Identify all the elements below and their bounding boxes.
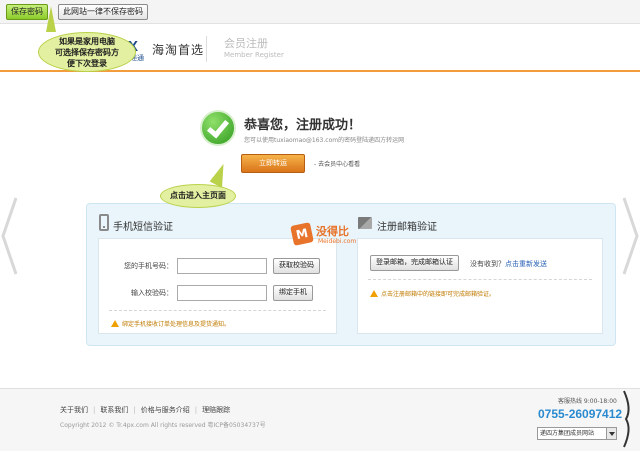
phone-number-input[interactable] — [177, 258, 267, 274]
go-transfer-button[interactable]: 立即转运 — [241, 154, 305, 173]
email-warning: 点击注册邮箱中的链接即可完成邮箱验证。 — [370, 289, 495, 298]
hotline-number: 0755-26097412 — [538, 407, 623, 421]
bind-phone-button[interactable]: 绑定手机 — [273, 285, 313, 301]
watermark-subtext: Meidebi.com — [318, 238, 357, 245]
verify-code-label: 输入校验码： — [131, 289, 173, 297]
email-warning-text: 点击注册邮箱中的链接即可完成邮箱验证。 — [381, 291, 496, 298]
check-mark-icon — [206, 115, 230, 139]
phone-verify-title: 手机短信验证 — [113, 222, 173, 233]
chevron-right-icon — [622, 197, 639, 275]
save-password-button[interactable]: 保存密码 — [6, 4, 48, 20]
footer-separator: | — [133, 406, 136, 414]
section-title-en: Member Register — [224, 51, 284, 59]
get-code-button[interactable]: 获取校验码 — [273, 258, 320, 274]
warning-triangle-icon — [370, 290, 378, 297]
member-sites-select-value: 递四方集团成员网站 — [540, 430, 595, 437]
chevron-left-icon — [1, 197, 18, 275]
divider — [368, 279, 592, 280]
phone-number-label: 您的手机号码： — [124, 262, 173, 270]
phone-warning: 绑定手机接收订单处理信息及提货通知。 — [111, 319, 230, 328]
watermark-badge: M — [290, 222, 314, 246]
member-sites-select[interactable]: 递四方集团成员网站 — [537, 427, 617, 440]
footer-separator: | — [93, 406, 96, 414]
callout-pointer-top — [46, 6, 56, 32]
brand-slogan: 海淘首选 — [152, 43, 205, 57]
callout-enter-homepage-tip: 点击进入主页面 — [160, 184, 236, 208]
email-verify-title: 注册邮箱验证 — [377, 222, 437, 233]
member-center-link-text[interactable]: 去会员中心看看 — [318, 161, 360, 168]
callout-line-1: 如果是家用电脑 — [59, 37, 115, 46]
footer-link-claims[interactable]: 理赔跟踪 — [202, 406, 230, 414]
site-watermark: M 没得比 Meidebi.com — [290, 222, 368, 248]
callout-line-2: 可选择保存密码方 — [55, 48, 119, 57]
success-description: 您可以使用tuxiaomao@163.com的密码登陆递四方转运网 — [244, 137, 405, 144]
callout-line-3: 便下次登录 — [67, 59, 107, 68]
section-title: 会员注册 — [224, 37, 268, 50]
never-save-password-button[interactable]: 此网站一律不保存密码 — [58, 4, 148, 20]
verify-code-input[interactable] — [177, 285, 267, 301]
mobile-phone-icon — [99, 214, 109, 231]
telephone-icon — [623, 390, 630, 448]
check-circle-icon — [200, 110, 236, 146]
login-mailbox-button[interactable]: 登录邮箱，完成邮箱认证 — [370, 255, 459, 271]
divider — [109, 310, 326, 311]
callout-save-password-tip: 如果是家用电脑 可选择保存密码方 便下次登录 — [38, 32, 136, 72]
footer-separator: | — [194, 406, 198, 414]
hotline-label: 客服热线 9:00-18:00 — [558, 398, 617, 405]
resend-link[interactable]: 点击重新发送 — [505, 260, 547, 268]
resend-row: 没有收到？点击重新发送 — [470, 259, 547, 269]
email-verify-card: 登录邮箱，完成邮箱认证 没有收到？点击重新发送 点击注册邮箱中的链接即可完成邮箱… — [357, 238, 603, 334]
site-footer: 关于我们 | 联系我们 | 价格与服务介绍 | 理赔跟踪 Copyright 2012 © … — [0, 388, 640, 451]
footer-link-contact[interactable]: 联系我们 — [100, 406, 128, 414]
resend-prefix: 没有收到？ — [470, 260, 505, 268]
warning-triangle-icon — [111, 320, 119, 327]
phone-warning-text: 绑定手机接收订单处理信息及提货通知。 — [122, 321, 231, 328]
header-divider — [206, 36, 207, 62]
watermark-text: 没得比 — [316, 225, 349, 238]
member-center-link[interactable]: - 去会员中心看看 — [314, 159, 360, 168]
phone-verify-card: 您的手机号码： 获取校验码 输入校验码： 绑定手机 绑定手机接收订单处理信息及提… — [98, 238, 337, 334]
password-save-bar: 保存密码 此网站一律不保存密码 — [0, 0, 640, 24]
chevron-down-icon[interactable] — [606, 428, 616, 439]
success-title: 恭喜您，注册成功！ — [244, 118, 362, 133]
footer-links: 关于我们 | 联系我们 | 价格与服务介绍 | 理赔跟踪 — [60, 405, 230, 415]
footer-link-about[interactable]: 关于我们 — [60, 406, 88, 414]
footer-link-pricing[interactable]: 价格与服务介绍 — [141, 406, 190, 414]
copyright-text: Copyright 2012 © Tr.4px.com All rights r… — [60, 422, 266, 429]
